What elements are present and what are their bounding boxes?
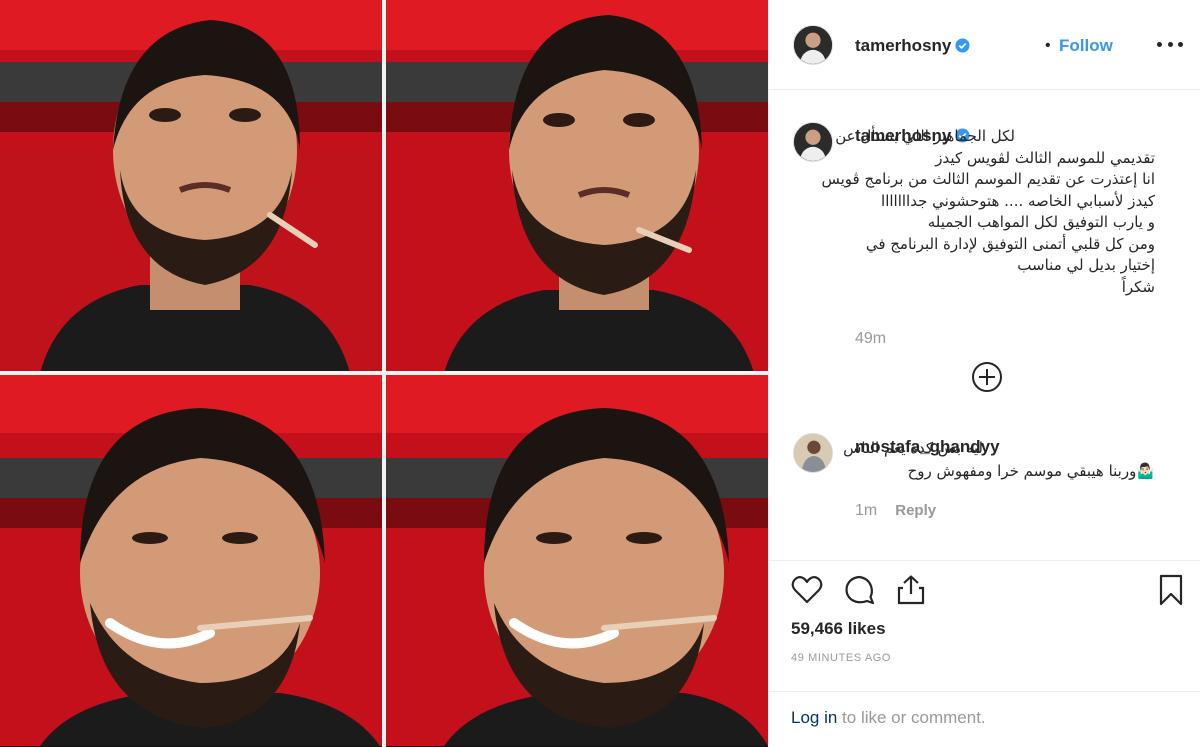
heart-icon[interactable] — [790, 573, 824, 607]
share-icon[interactable] — [894, 573, 928, 607]
header-separator: • — [1045, 37, 1051, 54]
caption-line: تقديمي للموسم الثالث لڤويس كيدز — [935, 148, 1155, 167]
more-options-icon[interactable] — [1157, 34, 1183, 54]
comment-text: ليه بس كده يعم الناس 🤷🏻‍♂️وربنا هيبقي مو… — [843, 437, 1155, 483]
reply-button[interactable]: Reply — [895, 502, 936, 519]
bookmark-icon[interactable] — [1154, 573, 1188, 607]
login-prompt: Log in to like or comment. — [769, 691, 1200, 747]
caption-line: كيدز لأسبابي الخاصه .... هتوحشوني جداااا… — [881, 191, 1155, 210]
author-avatar[interactable] — [793, 25, 833, 65]
follow-button[interactable]: Follow — [1059, 36, 1113, 56]
post-header: tamerhosny • Follow — [769, 0, 1200, 90]
caption-timestamp[interactable]: 49m — [855, 330, 886, 348]
caption-line: شكراً — [1121, 277, 1155, 296]
post-photo[interactable] — [0, 0, 768, 747]
caption-line: إختيار بديل لي مناسب — [1017, 256, 1155, 274]
caption-line: لكل الجماهير اللي بتسأل عن — [835, 127, 1015, 145]
comment-timestamp[interactable]: 1m — [855, 502, 877, 519]
caption-text: لكل الجماهير اللي بتسأل عن تقديمي للموسم… — [821, 126, 1155, 298]
verified-badge-icon — [955, 38, 970, 53]
comment-meta: 1m Reply — [855, 502, 936, 520]
author-username-text[interactable]: tamerhosny — [855, 36, 951, 55]
comment-line: ليه بس كده يعم الناس — [843, 439, 983, 457]
caption-author-avatar[interactable] — [793, 122, 833, 162]
photo-tile-top-right — [384, 0, 768, 373]
commenter-avatar[interactable] — [793, 433, 833, 473]
caption-line: و يارب التوفيق لكل المواهب الجميله — [927, 213, 1155, 231]
collage-divider-horizontal — [0, 371, 768, 375]
post-actions: 59,466 likes 49 MINUTES AGO Log in to li… — [769, 560, 1200, 747]
login-prompt-text: to like or comment. — [837, 708, 986, 727]
comment-line: 🤷🏻‍♂️وربنا هيبقي موسم خرا ومفهوش روح — [907, 462, 1155, 480]
post-timestamp[interactable]: 49 MINUTES AGO — [791, 652, 891, 664]
comment-bubble-icon[interactable] — [842, 573, 876, 607]
photo-tile-bottom-left — [0, 373, 384, 746]
photo-tile-top-left — [0, 0, 384, 373]
caption-line: ومن كل قلبي أتمنى التوفيق لإدارة البرنام… — [865, 234, 1155, 253]
likes-count[interactable]: 59,466 likes — [791, 619, 886, 639]
author-username[interactable]: tamerhosny — [855, 36, 970, 56]
photo-tile-bottom-right — [384, 373, 768, 746]
post-side-panel: tamerhosny • Follow tamerhosny لكل الجما… — [768, 0, 1200, 747]
plus-circle-icon[interactable] — [971, 361, 1003, 393]
login-link[interactable]: Log in — [791, 708, 837, 727]
caption-line: انا إعتذرت عن تقديم الموسم الثالث من برن… — [821, 170, 1155, 188]
